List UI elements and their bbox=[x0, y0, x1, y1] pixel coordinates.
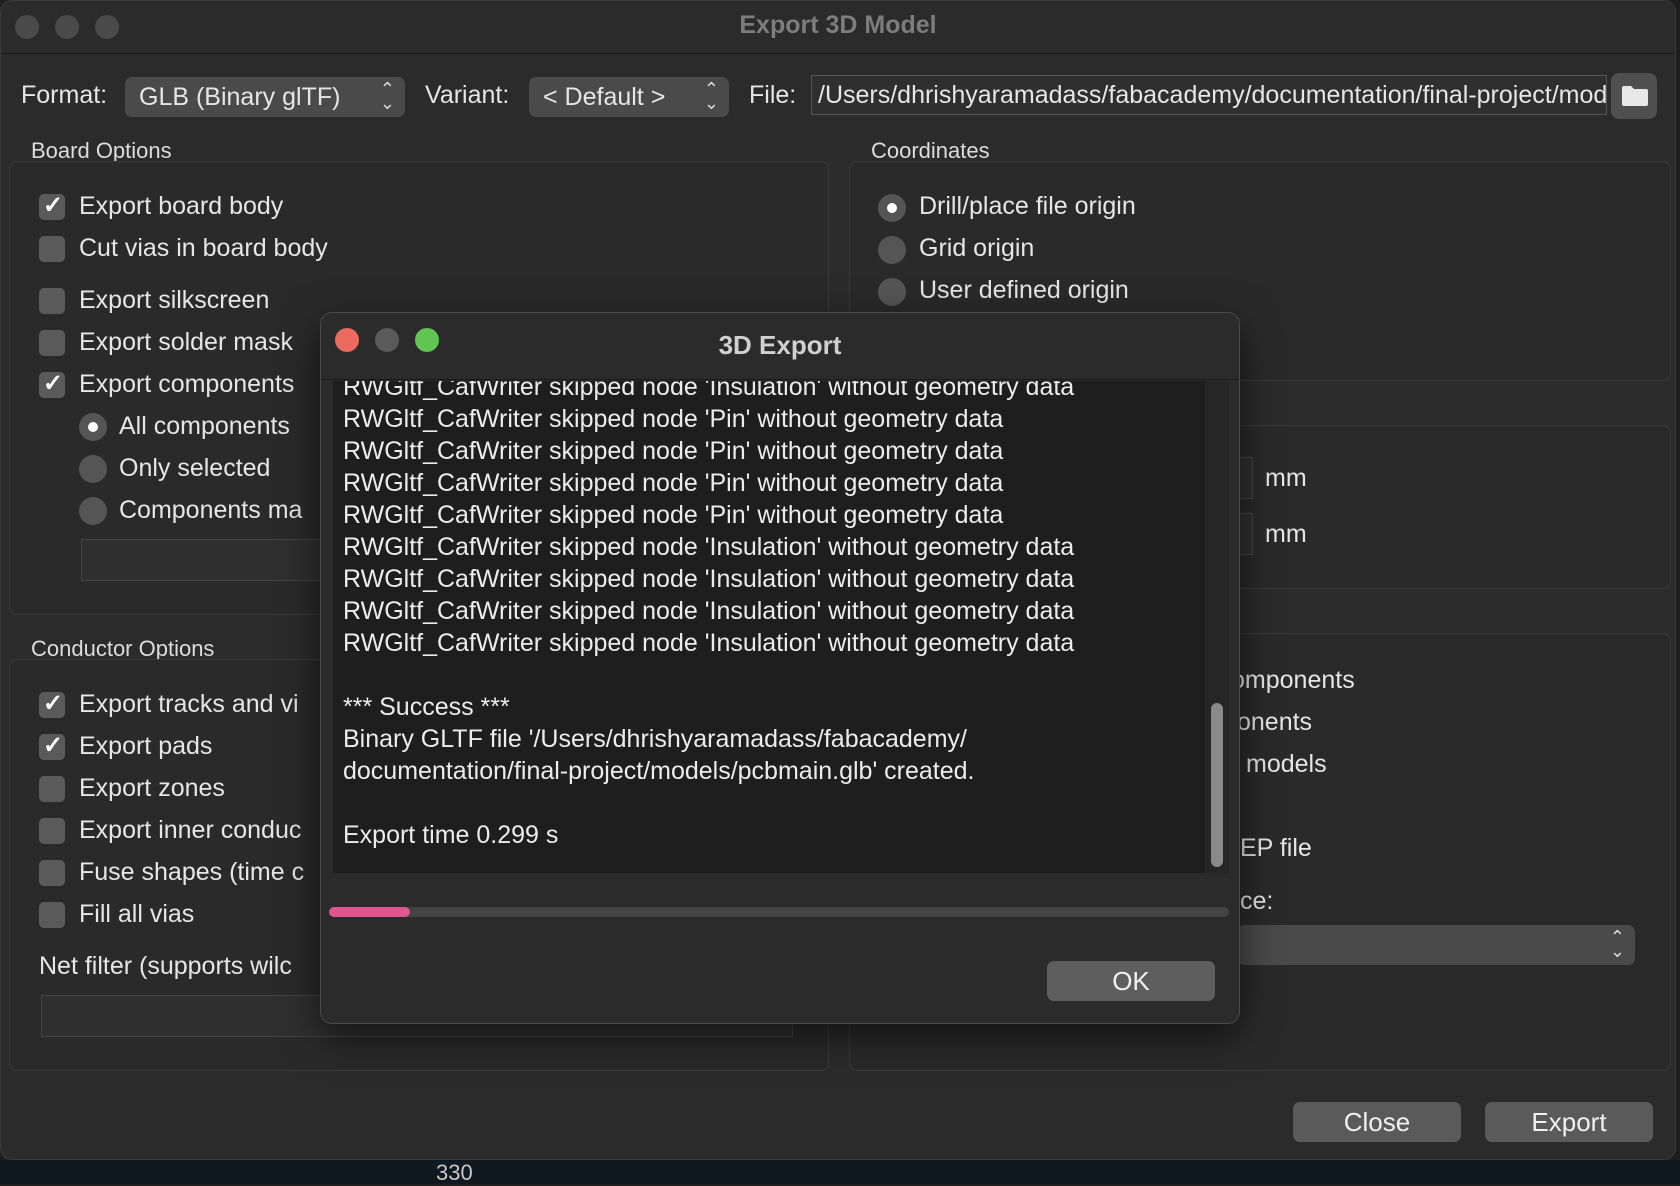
format-label: Format: bbox=[21, 81, 108, 109]
log-line: Export time 0.299 s bbox=[343, 821, 559, 849]
net-filter-label: Net filter (supports wilc bbox=[39, 952, 292, 980]
log-line: RWGltf_CafWriter skipped node 'Insulatio… bbox=[343, 597, 1075, 625]
dialog-minimize-button[interactable] bbox=[375, 328, 399, 352]
3d-export-dialog: 3D Export RWGltf_CafWriter skipped node … bbox=[320, 312, 1240, 1024]
drill-place-origin-label: Drill/place file origin bbox=[919, 192, 1136, 220]
user-defined-origin-label: User defined origin bbox=[919, 276, 1129, 304]
grid-origin-label: Grid origin bbox=[919, 234, 1035, 262]
export-solder-mask-label: Export solder mask bbox=[79, 328, 293, 356]
log-text: RWGltf_CafWriter skipped node 'Insulatio… bbox=[343, 381, 1074, 851]
log-line: RWGltf_CafWriter skipped node 'Insulatio… bbox=[343, 381, 1075, 401]
pcb-label: 330 bbox=[436, 1160, 473, 1185]
only-selected-label: Only selected bbox=[119, 454, 271, 482]
dialog-zoom-button[interactable] bbox=[415, 328, 439, 352]
format-select[interactable]: GLB (Binary glTF) ⌃ ⌄ bbox=[125, 77, 405, 117]
fuse-shapes-checkbox[interactable] bbox=[39, 860, 65, 886]
export-silkscreen-label: Export silkscreen bbox=[79, 286, 270, 314]
drill-place-origin-radio[interactable] bbox=[878, 194, 906, 222]
log-line: *** Success *** bbox=[343, 693, 510, 721]
log-line: RWGltf_CafWriter skipped node 'Pin' with… bbox=[343, 501, 1004, 529]
close-button[interactable]: Close bbox=[1293, 1102, 1461, 1142]
all-components-label: All components bbox=[119, 412, 290, 440]
log-scrollbar[interactable] bbox=[1205, 381, 1229, 873]
format-row: Format: GLB (Binary glTF) ⌃ ⌄ Variant: < … bbox=[1, 73, 1675, 119]
export-log[interactable]: RWGltf_CafWriter skipped node 'Insulatio… bbox=[333, 381, 1205, 873]
format-value: GLB (Binary glTF) bbox=[139, 83, 341, 111]
cut-vias-label: Cut vias in board body bbox=[79, 234, 328, 262]
file-label: File: bbox=[749, 81, 797, 109]
variant-value: < Default > bbox=[543, 83, 666, 111]
export-board-body-label: Export board body bbox=[79, 192, 284, 220]
fill-all-vias-label: Fill all vias bbox=[79, 900, 195, 928]
export-progress-bar bbox=[329, 907, 1229, 917]
variant-select[interactable]: < Default > ⌃ ⌄ bbox=[529, 77, 729, 117]
export-zones-label: Export zones bbox=[79, 774, 225, 802]
export-components-label: Export components bbox=[79, 370, 295, 398]
y-unit-label: mm bbox=[1265, 520, 1307, 548]
file-path-input[interactable]: /Users/dhrishyaramadass/fabacademy/docum… bbox=[811, 75, 1607, 115]
log-line: RWGltf_CafWriter skipped node 'Insulatio… bbox=[343, 533, 1075, 561]
window-title: Export 3D Model bbox=[739, 11, 937, 39]
components-filter-input[interactable] bbox=[81, 539, 343, 581]
other-option-3-label: models bbox=[1246, 750, 1327, 778]
export-solder-mask-checkbox[interactable] bbox=[39, 330, 65, 356]
ok-button[interactable]: OK bbox=[1047, 961, 1215, 1001]
window-titlebar: Export 3D Model bbox=[1, 1, 1675, 54]
export-inner-conductors-label: Export inner conduc bbox=[79, 816, 302, 844]
components-matching-label: Components ma bbox=[119, 496, 303, 524]
variant-label: Variant: bbox=[425, 81, 510, 109]
export-silkscreen-checkbox[interactable] bbox=[39, 288, 65, 314]
export-inner-conductors-checkbox[interactable] bbox=[39, 818, 65, 844]
other-option-5-label: ce: bbox=[1240, 887, 1274, 915]
only-selected-radio[interactable] bbox=[79, 455, 107, 483]
log-scroll-thumb[interactable] bbox=[1211, 703, 1223, 867]
export-pads-label: Export pads bbox=[79, 732, 213, 760]
grid-origin-radio[interactable] bbox=[878, 236, 906, 264]
cut-vias-checkbox[interactable] bbox=[39, 236, 65, 262]
fill-all-vias-checkbox[interactable] bbox=[39, 902, 65, 928]
pcb-background-strip: 330 bbox=[0, 1160, 1680, 1185]
dialog-title: 3D Export bbox=[321, 313, 1239, 380]
progress-fill bbox=[329, 907, 410, 917]
other-option-4-label: EP file bbox=[1240, 834, 1312, 862]
log-line: Binary GLTF file '/Users/dhrishyaramadas… bbox=[343, 725, 967, 753]
fuse-shapes-label: Fuse shapes (time c bbox=[79, 858, 305, 886]
updown-chevron-icon: ⌃ ⌄ bbox=[379, 79, 395, 113]
updown-chevron-icon: ⌃ ⌄ bbox=[1609, 927, 1625, 961]
export-tracks-checkbox[interactable] bbox=[39, 689, 65, 718]
browse-folder-button[interactable] bbox=[1611, 73, 1657, 119]
other-option-2-label: onents bbox=[1237, 708, 1313, 736]
log-line: RWGltf_CafWriter skipped node 'Pin' with… bbox=[343, 405, 1004, 433]
export-tracks-label: Export tracks and vi bbox=[79, 690, 299, 718]
user-defined-origin-radio[interactable] bbox=[878, 278, 906, 306]
dialog-close-button[interactable] bbox=[335, 328, 359, 352]
updown-chevron-icon: ⌃ ⌄ bbox=[703, 79, 719, 113]
components-matching-radio[interactable] bbox=[79, 497, 107, 525]
other-options-select[interactable]: ⌃ ⌄ bbox=[1237, 925, 1635, 965]
x-unit-label: mm bbox=[1265, 464, 1307, 492]
export-zones-checkbox[interactable] bbox=[39, 776, 65, 802]
export-board-body-checkbox[interactable] bbox=[39, 191, 65, 220]
all-components-radio[interactable] bbox=[79, 413, 107, 441]
export-button[interactable]: Export bbox=[1485, 1102, 1653, 1142]
log-line: RWGltf_CafWriter skipped node 'Pin' with… bbox=[343, 437, 1004, 465]
log-line: documentation/final-project/models/pcbma… bbox=[343, 757, 975, 785]
export-pads-checkbox[interactable] bbox=[39, 731, 65, 760]
folder-icon bbox=[1622, 86, 1648, 106]
other-option-1-label: omponents bbox=[1231, 666, 1355, 694]
export-components-checkbox[interactable] bbox=[39, 369, 65, 398]
log-line: RWGltf_CafWriter skipped node 'Insulatio… bbox=[343, 629, 1075, 657]
log-line: RWGltf_CafWriter skipped node 'Pin' with… bbox=[343, 469, 1004, 497]
log-line: RWGltf_CafWriter skipped node 'Insulatio… bbox=[343, 565, 1075, 593]
